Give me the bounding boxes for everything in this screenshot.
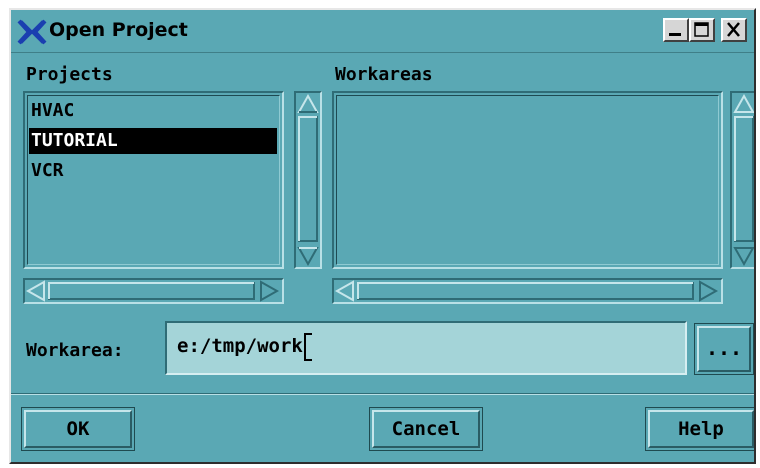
project-item-vcr[interactable]: VCR: [29, 158, 277, 184]
workarea-input[interactable]: e:/tmp/work: [165, 321, 687, 375]
close-button[interactable]: [721, 18, 747, 42]
scroll-arrows-icon: [733, 93, 755, 267]
text-cursor: [303, 332, 312, 361]
open-project-dialog: Open Project Projects Workareas HVAC TUT…: [9, 8, 756, 464]
projects-list[interactable]: HVAC TUTORIAL VCR: [23, 91, 284, 269]
browse-button[interactable]: ...: [697, 326, 751, 372]
close-icon: [727, 22, 740, 37]
title-bar[interactable]: Open Project: [11, 10, 754, 53]
workarea-input-value: e:/tmp/work: [177, 335, 303, 357]
maximize-button[interactable]: [689, 18, 715, 42]
project-item-tutorial[interactable]: TUTORIAL: [29, 128, 277, 154]
workareas-label: Workareas: [335, 64, 433, 85]
window-title: Open Project: [49, 19, 188, 41]
maximize-icon: [694, 22, 709, 37]
ok-button[interactable]: OK: [24, 410, 132, 448]
cancel-button[interactable]: Cancel: [372, 410, 480, 448]
minimize-button[interactable]: [663, 18, 689, 42]
project-item-hvac[interactable]: HVAC: [29, 98, 277, 124]
workareas-vertical-scrollbar[interactable]: [730, 91, 755, 269]
scroll-arrows-horizontal-icon: [334, 280, 719, 302]
minimize-icon: [669, 33, 681, 36]
workareas-list[interactable]: [332, 91, 723, 269]
scroll-arrows-horizontal-icon: [25, 280, 280, 302]
x-logo-icon: [17, 19, 47, 45]
separator: [11, 393, 754, 395]
projects-label: Projects: [26, 64, 113, 85]
help-button[interactable]: Help: [648, 410, 754, 448]
projects-horizontal-scrollbar[interactable]: [23, 278, 284, 304]
projects-vertical-scrollbar[interactable]: [294, 91, 322, 269]
workareas-horizontal-scrollbar[interactable]: [332, 278, 723, 304]
scroll-arrows-icon: [297, 93, 319, 267]
workarea-label: Workarea:: [26, 340, 124, 361]
